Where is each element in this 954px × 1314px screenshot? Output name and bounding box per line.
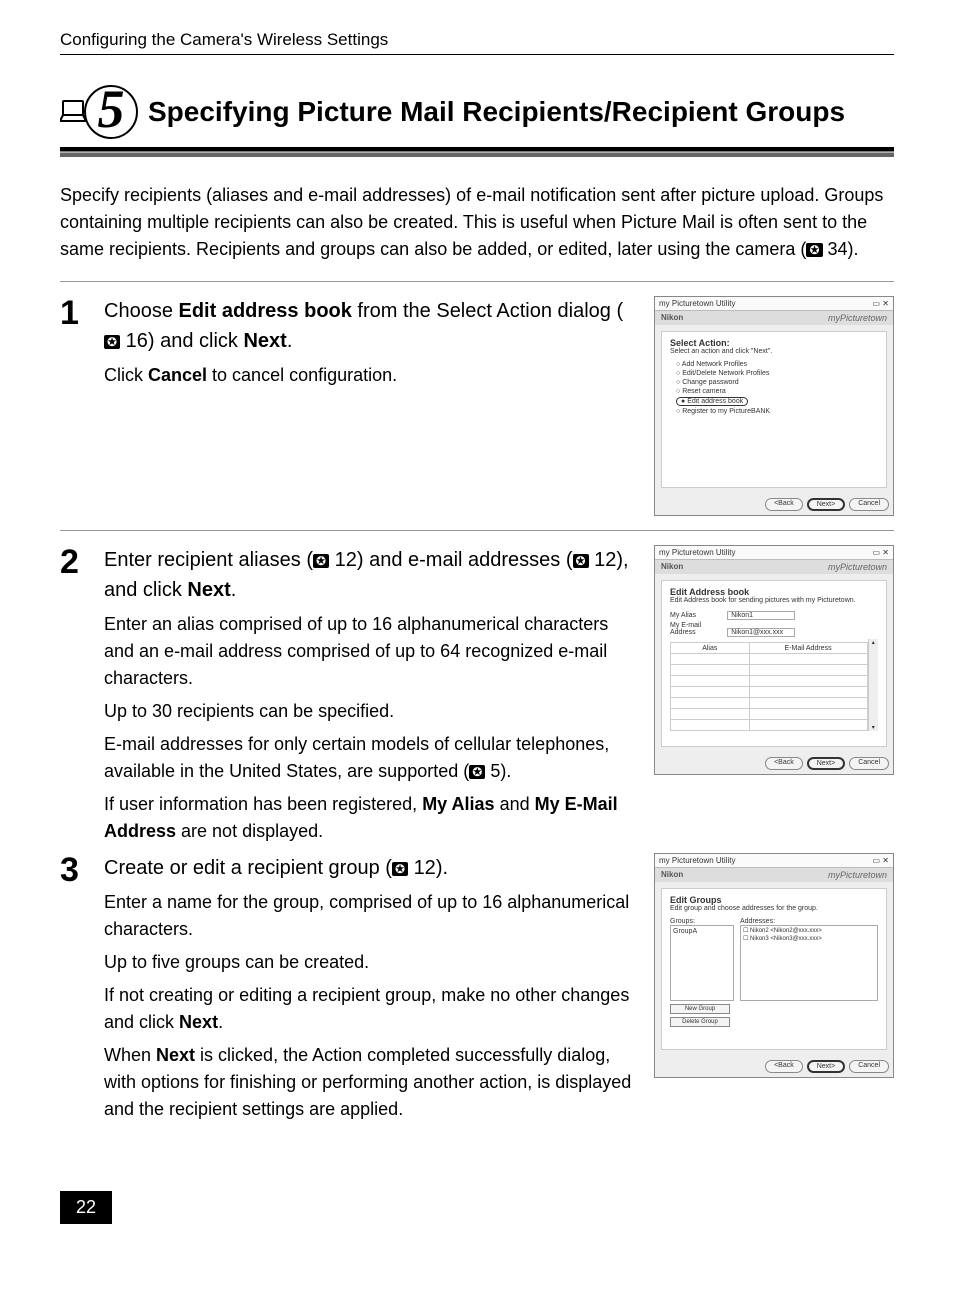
window-controls-icon: ▭ ✕	[873, 856, 889, 865]
next-button[interactable]: Next>	[807, 757, 845, 770]
screenshot-edit-address-book: my Picturetown Utility ▭ ✕ Nikon myPictu…	[654, 545, 894, 775]
page-number: 22	[60, 1191, 112, 1224]
list-item[interactable]: ☐ Nikon3 <Nikon3@xxx.xxx>	[743, 936, 875, 944]
step-text: Enter an alias comprised of up to 16 alp…	[104, 611, 636, 692]
step-number: 2	[60, 545, 86, 845]
panel-subtext: Edit Address book for sending pictures w…	[670, 597, 878, 604]
addresses-list[interactable]: ☐ Nikon2 <Nikon2@xxx.xxx> ☐ Nikon3 <Niko…	[740, 925, 878, 1001]
step-text: Click Cancel to cancel configuration.	[104, 362, 636, 389]
next-button[interactable]: Next>	[807, 498, 845, 511]
radio-option[interactable]: ○ Add Network Profiles	[676, 361, 878, 368]
recipients-table: Alias E-Mail Address	[670, 642, 868, 731]
brand-label: Nikon	[661, 313, 683, 323]
step-badge: 5	[60, 85, 138, 139]
screenshot-edit-groups: my Picturetown Utility ▭ ✕ Nikon myPictu…	[654, 853, 894, 1078]
window-controls-icon: ▭ ✕	[873, 299, 889, 308]
brand-logo: myPicturetown	[828, 562, 887, 572]
brand-label: Nikon	[661, 870, 683, 880]
window-controls-icon: ▭ ✕	[873, 548, 889, 557]
cancel-button[interactable]: Cancel	[849, 498, 889, 511]
step-1: 1 Choose Edit address book from the Sele…	[60, 296, 894, 516]
step-text: Up to 30 recipients can be specified.	[104, 698, 636, 725]
screenshot-select-action: my Picturetown Utility ▭ ✕ Nikon myPictu…	[654, 296, 894, 516]
step-lead: Create or edit a recipient group (✪ 12).	[104, 853, 636, 883]
column-header: E-Mail Address	[749, 643, 867, 654]
column-header: Alias	[671, 643, 750, 654]
window-title: my Picturetown Utility	[659, 856, 735, 865]
brand-label: Nikon	[661, 562, 683, 572]
panel-subtext: Edit group and choose addresses for the …	[670, 905, 878, 912]
panel-heading: Select Action:	[670, 338, 878, 348]
email-input[interactable]: Nikon1@xxx.xxx	[727, 628, 795, 637]
delete-group-button[interactable]: Delete Group	[670, 1017, 730, 1027]
new-group-button[interactable]: New Group	[670, 1004, 730, 1014]
step-text: If user information has been registered,…	[104, 791, 636, 845]
brand-logo: myPicturetown	[828, 870, 887, 880]
step-text: Enter a name for the group, comprised of…	[104, 889, 636, 943]
title-underline	[60, 147, 894, 157]
reference-icon: ✪	[104, 335, 120, 349]
field-label: My Alias	[670, 612, 725, 619]
next-button[interactable]: Next>	[807, 1060, 845, 1073]
back-button[interactable]: <Back	[765, 498, 803, 511]
back-button[interactable]: <Back	[765, 757, 803, 770]
panel-subtext: Select an action and click "Next".	[670, 348, 878, 355]
reference-icon: ✪	[573, 554, 589, 568]
field-label: Addresses:	[740, 918, 878, 925]
scrollbar[interactable]: ▴▾	[868, 639, 879, 731]
step-2: 2 Enter recipient aliases (✪ 12) and e-m…	[60, 545, 894, 845]
step-text: When Next is clicked, the Action complet…	[104, 1042, 636, 1123]
page-title: Specifying Picture Mail Recipients/Recip…	[148, 96, 894, 128]
window-title: my Picturetown Utility	[659, 299, 735, 308]
groups-list[interactable]: GroupA	[670, 925, 734, 1001]
alias-input[interactable]: Nikon1	[727, 611, 795, 620]
reference-icon: ✪	[806, 243, 822, 257]
title-row: 5 Specifying Picture Mail Recipients/Rec…	[60, 85, 894, 139]
panel-heading: Edit Groups	[670, 895, 878, 905]
divider	[60, 281, 894, 282]
radio-option[interactable]: ○ Register to my PictureBANK	[676, 408, 878, 415]
reference-icon: ✪	[313, 554, 329, 568]
intro-paragraph: Specify recipients (aliases and e-mail a…	[60, 182, 894, 263]
step-lead: Enter recipient aliases (✪ 12) and e-mai…	[104, 545, 636, 605]
radio-option[interactable]: ○ Reset camera	[676, 388, 878, 395]
step-number: 1	[60, 296, 86, 516]
step-lead: Choose Edit address book from the Select…	[104, 296, 636, 356]
step-text: Up to five groups can be created.	[104, 949, 636, 976]
panel-heading: Edit Address book	[670, 587, 878, 597]
step-text: E-mail addresses for only certain models…	[104, 731, 636, 785]
radio-list: ○ Add Network Profiles ○ Edit/Delete Net…	[670, 361, 878, 415]
step-text: If not creating or editing a recipient g…	[104, 982, 636, 1036]
cancel-button[interactable]: Cancel	[849, 1060, 889, 1073]
section-header: Configuring the Camera's Wireless Settin…	[60, 30, 894, 55]
brand-logo: myPicturetown	[828, 313, 887, 323]
step-3: 3 Create or edit a recipient group (✪ 12…	[60, 853, 894, 1123]
reference-icon: ✪	[469, 765, 485, 779]
list-item[interactable]: ☐ Nikon2 <Nikon2@xxx.xxx>	[743, 928, 875, 936]
list-item[interactable]: GroupA	[673, 928, 731, 935]
field-label: Groups:	[670, 918, 734, 925]
cancel-button[interactable]: Cancel	[849, 757, 889, 770]
chapter-number: 5	[84, 85, 138, 139]
radio-option[interactable]: ○ Change password	[676, 379, 878, 386]
reference-icon: ✪	[392, 862, 408, 876]
radio-option-selected[interactable]: ● Edit address book	[676, 397, 878, 406]
window-title: my Picturetown Utility	[659, 548, 735, 557]
radio-option[interactable]: ○ Edit/Delete Network Profiles	[676, 370, 878, 377]
divider	[60, 530, 894, 531]
step-number: 3	[60, 853, 86, 1123]
field-label: My E-mail Address	[670, 622, 725, 636]
back-button[interactable]: <Back	[765, 1060, 803, 1073]
